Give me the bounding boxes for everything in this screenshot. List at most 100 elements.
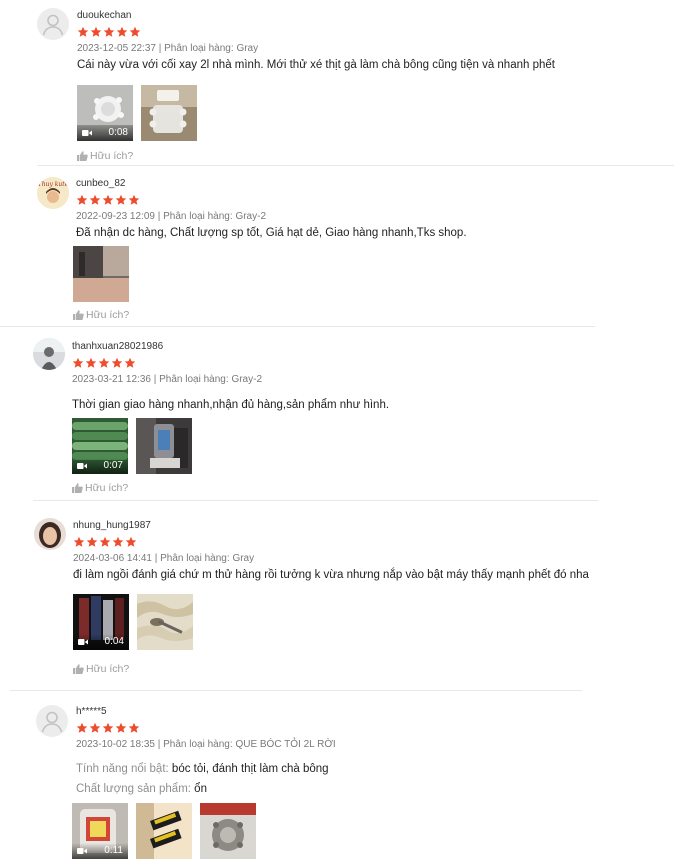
review-date: 2023-10-02 18:35	[76, 739, 155, 750]
video-duration: 0:08	[108, 127, 128, 138]
review-date: 2023-12-05 22:37	[77, 43, 156, 54]
review-date: 2022-09-23 12:09	[76, 211, 155, 222]
review-image-thumbnail[interactable]	[200, 803, 256, 859]
review-attribute: Chất lượng sản phẩm: ổn	[76, 783, 207, 795]
variation-label: Phân loại hàng:	[164, 43, 234, 54]
variation-label: Phân loại hàng:	[160, 553, 230, 564]
review-video-thumbnail[interactable]: 0:08	[77, 85, 133, 141]
video-duration: 0:07	[103, 460, 123, 471]
review-text: Đã nhận dc hàng, Chất lượng sp tốt, Giá …	[76, 227, 467, 239]
video-camera-icon	[82, 130, 92, 136]
review-date: 2023-03-21 12:36	[72, 374, 151, 385]
review-image-thumbnail[interactable]	[136, 803, 192, 859]
review-image-thumbnail[interactable]	[137, 594, 193, 650]
avatar[interactable]: Thuy kute	[37, 177, 69, 209]
star-icon	[125, 536, 137, 547]
review-image-thumbnail[interactable]	[136, 418, 192, 474]
review-meta: 2022-09-23 12:09 | Phân loại hàng: Gray-…	[76, 211, 266, 222]
variation-value: Gray-2	[231, 374, 262, 385]
star-icon	[86, 536, 98, 547]
username[interactable]: duoukechan	[77, 10, 132, 21]
review-image-thumbnail[interactable]	[73, 246, 129, 302]
meta-separator: |	[158, 43, 162, 54]
review-item: duoukechan 2023-12-05 22:37 | Phân loại …	[0, 0, 688, 165]
meta-separator: |	[153, 374, 157, 385]
rating-stars	[73, 536, 138, 548]
star-icon	[128, 722, 140, 733]
username[interactable]: h*****5	[76, 706, 107, 717]
review-image-thumbnail[interactable]	[141, 85, 197, 141]
user-avatar-image	[33, 338, 65, 370]
avatar[interactable]	[36, 705, 68, 737]
thumbs-up-icon	[77, 151, 88, 161]
star-icon	[77, 26, 89, 37]
avatar[interactable]	[34, 518, 66, 550]
review-video-thumbnail[interactable]: 0:04	[73, 594, 129, 650]
avatar[interactable]	[37, 8, 69, 40]
helpful-button[interactable]: Hữu ích?	[73, 309, 129, 321]
meta-separator: |	[157, 211, 161, 222]
video-camera-icon	[78, 639, 88, 645]
helpful-button[interactable]: Hữu ích?	[72, 482, 128, 494]
username[interactable]: thanhxuan28021986	[72, 341, 163, 352]
avatar[interactable]	[33, 338, 65, 370]
star-icon	[112, 536, 124, 547]
star-icon	[102, 194, 114, 205]
product-photo	[73, 246, 129, 302]
star-icon	[73, 536, 85, 547]
review-item: nhung_hung1987 2024-03-06 14:41 | Phân l…	[0, 501, 688, 689]
review-media: 0:08	[77, 85, 205, 141]
review-video-thumbnail[interactable]: 0:07	[72, 418, 128, 474]
review-text: Thời gian giao hàng nhanh,nhận đủ hàng,s…	[72, 399, 390, 411]
review-media	[73, 246, 137, 302]
rating-stars	[76, 194, 141, 206]
avatar-lettering: Thuy kute	[37, 181, 69, 188]
rating-stars	[72, 357, 137, 369]
product-photo	[141, 85, 197, 141]
helpful-button[interactable]: Hữu ích?	[73, 663, 129, 675]
thumbs-up-icon	[72, 483, 83, 493]
star-icon	[72, 357, 84, 368]
star-icon	[128, 194, 140, 205]
review-media: 0:11	[72, 803, 264, 859]
attribute-value: bóc tỏi, đánh thịt làm chà bông	[171, 763, 329, 775]
thumbs-up-icon	[73, 310, 84, 320]
rating-stars	[77, 26, 142, 38]
variation-value: Gray-2	[235, 211, 266, 222]
attribute-label: Tính năng nổi bật:	[76, 763, 169, 775]
star-icon	[115, 194, 127, 205]
helpful-label: Hữu ích?	[85, 482, 129, 494]
product-photo	[136, 418, 192, 474]
star-icon	[129, 26, 141, 37]
star-icon	[89, 722, 101, 733]
review-text: Cái này vừa với cối xay 2l nhà mình. Mới…	[77, 59, 555, 71]
review-video-thumbnail[interactable]: 0:11	[72, 803, 128, 859]
variation-label: Phân loại hàng:	[163, 211, 233, 222]
product-photo	[200, 803, 256, 859]
helpful-button[interactable]: Hữu ích?	[77, 150, 133, 162]
variation-value: Gray	[236, 43, 259, 54]
review-meta: 2023-03-21 12:36 | Phân loại hàng: Gray-…	[72, 374, 262, 385]
variation-label: Phân loại hàng:	[163, 739, 233, 750]
video-camera-icon	[77, 848, 87, 854]
username[interactable]: cunbeo_82	[76, 178, 126, 189]
review-meta: 2023-10-02 18:35 | Phân loại hàng: QUE B…	[76, 739, 336, 750]
video-duration: 0:04	[104, 636, 124, 647]
helpful-label: Hữu ích?	[90, 150, 134, 162]
attribute-label: Chất lượng sản phẩm:	[76, 783, 191, 795]
username[interactable]: nhung_hung1987	[73, 520, 151, 531]
variation-value: Gray	[232, 553, 255, 564]
review-item: thanhxuan28021986 2023-03-21 12:36 | Phâ…	[0, 327, 688, 500]
review-text: đi làm ngồi đánh giá chứ m thử hàng rồi …	[73, 569, 589, 581]
star-icon	[89, 194, 101, 205]
star-icon	[115, 722, 127, 733]
meta-separator: |	[157, 739, 161, 750]
default-avatar-icon	[41, 711, 63, 733]
star-icon	[102, 722, 114, 733]
review-attribute: Tính năng nổi bật: bóc tỏi, đánh thịt là…	[76, 763, 329, 775]
meta-separator: |	[154, 553, 158, 564]
attribute-value: ổn	[194, 783, 207, 795]
helpful-label: Hữu ích?	[86, 663, 130, 675]
review-meta: 2023-12-05 22:37 | Phân loại hàng: Gray	[77, 43, 258, 54]
star-icon	[98, 357, 110, 368]
